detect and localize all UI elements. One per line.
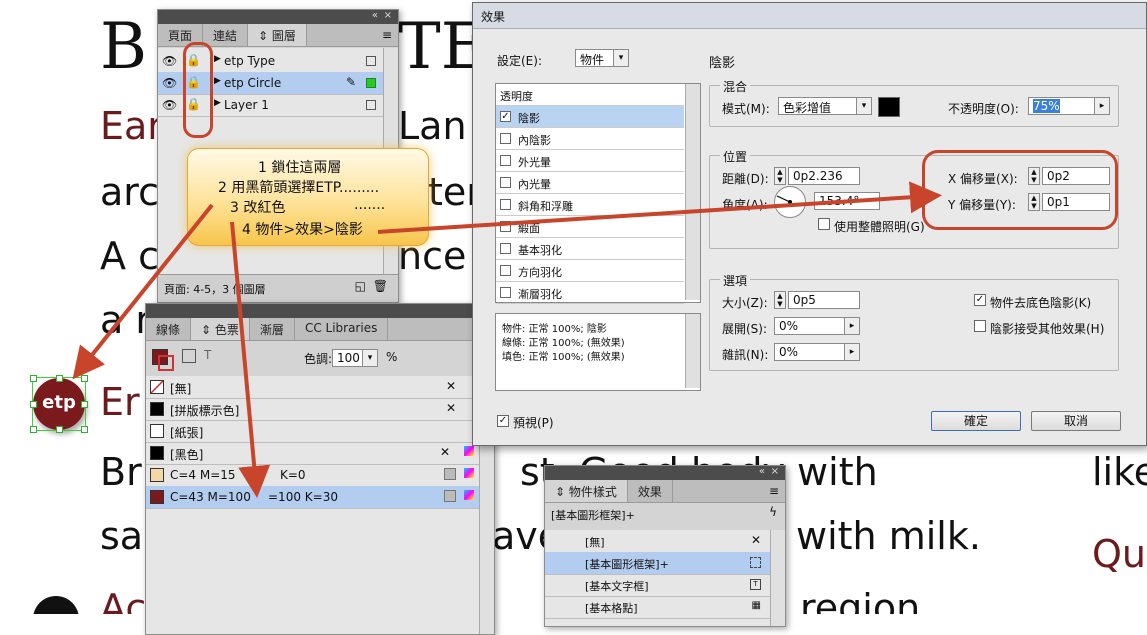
arrow-to-swatch [230, 221, 271, 498]
arrow-to-logo [72, 203, 214, 380]
arrow-to-offsets [377, 181, 942, 234]
annotation-arrows [72, 181, 942, 498]
